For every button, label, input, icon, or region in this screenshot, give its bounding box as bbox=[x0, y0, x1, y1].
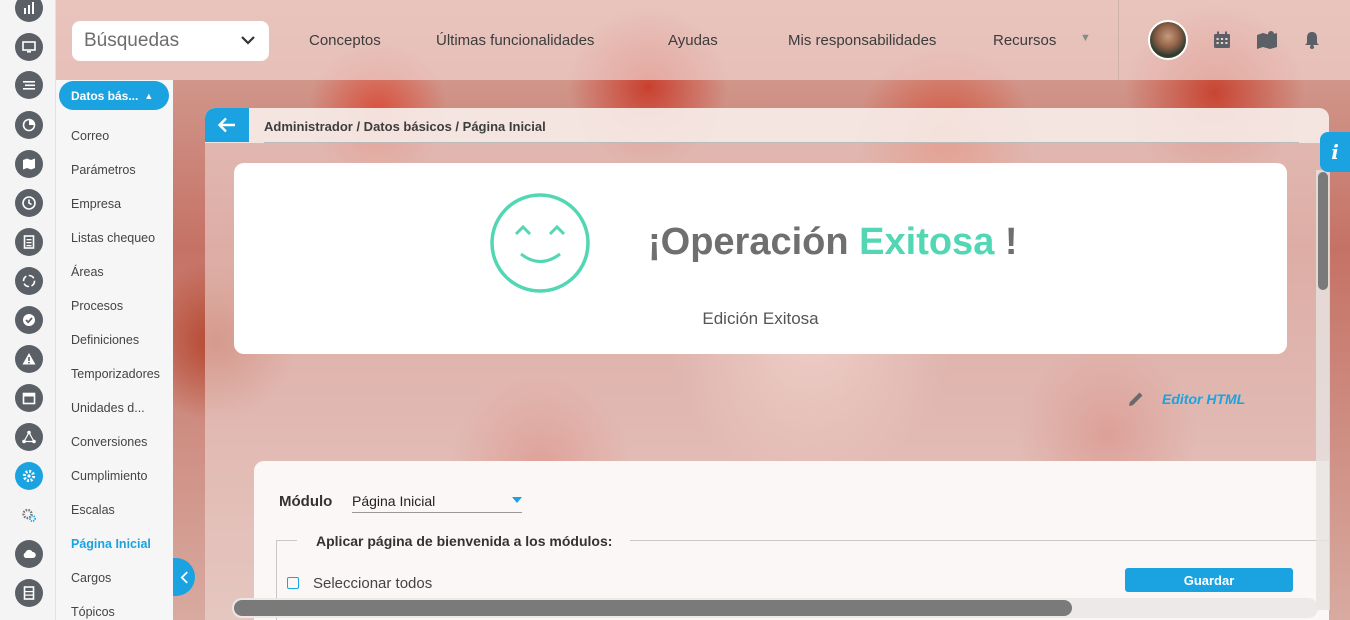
map-icon[interactable] bbox=[1256, 30, 1278, 50]
gears-icon[interactable] bbox=[15, 501, 43, 529]
search-label: Búsquedas bbox=[84, 30, 180, 51]
spreadsheet-icon[interactable] bbox=[15, 579, 43, 607]
sidebar-item-empresa[interactable]: Empresa bbox=[71, 197, 121, 211]
chevron-down-icon bbox=[241, 36, 255, 45]
nav-mis-responsabilidades[interactable]: Mis responsabilidades bbox=[788, 32, 936, 49]
modulo-select-value: Página Inicial bbox=[352, 493, 436, 509]
sidebar-item-parametros[interactable]: Parámetros bbox=[71, 163, 136, 177]
cloud-icon[interactable] bbox=[15, 540, 43, 568]
panel-header: Administrador / Datos básicos / Página I… bbox=[205, 108, 1329, 143]
calendar-icon[interactable] bbox=[1212, 30, 1232, 50]
smiley-icon bbox=[490, 193, 590, 293]
success-title-prefix: ¡Operación bbox=[648, 221, 860, 263]
sidebar-section-toggle[interactable]: Datos bás... ▲ bbox=[59, 81, 169, 110]
form-card: Módulo Página Inicial Aplicar página de … bbox=[254, 461, 1329, 620]
search-dropdown[interactable]: Búsquedas bbox=[72, 21, 269, 61]
save-button[interactable]: Guardar bbox=[1125, 568, 1293, 592]
sidebar-item-areas[interactable]: Áreas bbox=[71, 265, 104, 279]
success-subtitle: Edición Exitosa bbox=[702, 309, 819, 328]
nav-ayudas[interactable]: Ayudas bbox=[668, 32, 718, 49]
header-divider bbox=[264, 142, 1299, 143]
user-avatar[interactable] bbox=[1148, 20, 1188, 60]
modulo-select[interactable]: Página Inicial bbox=[352, 489, 522, 513]
success-title: ¡Operación Exitosa ! bbox=[648, 221, 1018, 264]
network-icon[interactable] bbox=[15, 423, 43, 451]
fieldset-border bbox=[630, 540, 1329, 541]
sidebar-item-listas-chequeo[interactable]: Listas chequeo bbox=[71, 231, 155, 245]
sidebar-item-procesos[interactable]: Procesos bbox=[71, 299, 123, 313]
pencil-icon bbox=[1129, 392, 1143, 406]
top-bar: Búsquedas Conceptos Últimas funcionalida… bbox=[56, 0, 1350, 80]
sidebar-item-escalas[interactable]: Escalas bbox=[71, 503, 115, 517]
check-circle-icon[interactable] bbox=[15, 306, 43, 334]
main-panel: Administrador / Datos básicos / Página I… bbox=[205, 108, 1329, 620]
sidebar-item-topicos[interactable]: Tópicos bbox=[71, 605, 115, 619]
select-all-checkbox[interactable] bbox=[287, 577, 299, 589]
chevron-left-icon bbox=[180, 570, 188, 584]
caret-up-icon: ▲ bbox=[144, 90, 154, 101]
cycle-icon[interactable] bbox=[15, 267, 43, 295]
topbar-divider bbox=[1118, 0, 1119, 80]
sidebar-item-temporizadores[interactable]: Temporizadores bbox=[71, 367, 160, 381]
reports-icon[interactable] bbox=[15, 0, 43, 22]
module-rail bbox=[0, 0, 56, 620]
fieldset-title: Aplicar página de bienvenida a los módul… bbox=[316, 533, 613, 549]
sidebar-menu: Datos bás... ▲ Correo Parámetros Empresa… bbox=[56, 80, 173, 620]
fieldset-border bbox=[276, 540, 297, 541]
pie-chart-icon[interactable] bbox=[15, 111, 43, 139]
list-lines-icon[interactable] bbox=[15, 71, 43, 99]
bell-icon[interactable] bbox=[1302, 30, 1322, 50]
settings-gear-icon[interactable] bbox=[15, 462, 43, 490]
sidebar-item-cargos[interactable]: Cargos bbox=[71, 571, 111, 585]
horizontal-scrollbar-thumb[interactable] bbox=[234, 600, 1072, 616]
sidebar-item-pagina-inicial[interactable]: Página Inicial bbox=[71, 537, 151, 551]
select-all-label[interactable]: Seleccionar todos bbox=[313, 575, 432, 592]
success-title-accent: Exitosa bbox=[859, 221, 995, 263]
back-button[interactable] bbox=[205, 108, 249, 142]
success-card: ¡Operación Exitosa ! Edición Exitosa bbox=[234, 163, 1287, 354]
arrow-left-icon bbox=[217, 117, 235, 133]
info-button[interactable]: i bbox=[1320, 132, 1350, 172]
sidebar-section-label: Datos bás... bbox=[71, 88, 139, 103]
vertical-scrollbar-thumb[interactable] bbox=[1318, 172, 1328, 290]
document-icon[interactable] bbox=[15, 228, 43, 256]
breadcrumb: Administrador / Datos básicos / Página I… bbox=[264, 119, 546, 134]
sidebar-item-definiciones[interactable]: Definiciones bbox=[71, 333, 139, 347]
sidebar-item-correo[interactable]: Correo bbox=[71, 129, 109, 143]
warning-icon[interactable] bbox=[15, 345, 43, 373]
nav-conceptos[interactable]: Conceptos bbox=[309, 32, 381, 49]
clock-icon[interactable] bbox=[15, 189, 43, 217]
calendar-icon[interactable] bbox=[15, 384, 43, 412]
nav-recursos[interactable]: Recursos bbox=[993, 32, 1056, 49]
nav-more-caret-icon[interactable]: ▼ bbox=[1080, 32, 1091, 44]
sidebar-item-unidades[interactable]: Unidades d... bbox=[71, 401, 145, 415]
editor-html-label: Editor HTML bbox=[1162, 391, 1246, 407]
nav-ultimas-funcionalidades[interactable]: Últimas funcionalidades bbox=[436, 32, 594, 49]
map-icon[interactable] bbox=[15, 150, 43, 178]
sidebar-item-conversiones[interactable]: Conversiones bbox=[71, 435, 147, 449]
success-title-suffix: ! bbox=[994, 221, 1018, 263]
sidebar-item-cumplimiento[interactable]: Cumplimiento bbox=[71, 469, 147, 483]
modulo-label: Módulo bbox=[279, 493, 333, 510]
dropdown-triangle-icon bbox=[512, 497, 522, 503]
editor-html-link[interactable]: Editor HTML bbox=[1127, 390, 1245, 408]
monitor-icon[interactable] bbox=[15, 33, 43, 61]
